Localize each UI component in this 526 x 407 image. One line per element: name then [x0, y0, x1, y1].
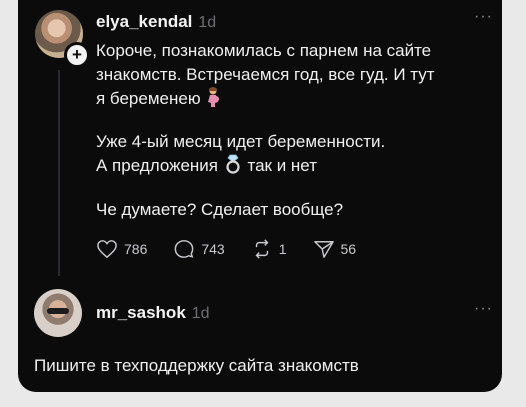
reply-username[interactable]: mr_sashok	[96, 303, 186, 322]
post-line-with-emoji: А предложения так и нет	[96, 154, 496, 181]
reply-author-avatar[interactable]	[34, 289, 82, 337]
post-time: 1d	[198, 14, 217, 31]
reply-text: Пишите в техподдержку сайта знакомств	[34, 356, 359, 375]
thread-card: + elya_kendal 1d ··· Короче, познакомилас…	[18, 0, 502, 392]
comment-button[interactable]: 743	[173, 239, 225, 259]
post-line: Уже 4-ый месяц идет беременности.	[96, 132, 386, 151]
post-line: знакомств. Встречаемся год, все гуд. И т…	[96, 65, 435, 84]
like-count: 786	[124, 241, 148, 257]
reply-time: 1d	[191, 305, 210, 322]
post-line-with-emoji: я беременею	[96, 87, 496, 114]
follow-plus-icon[interactable]: +	[64, 42, 90, 68]
reply-more-icon[interactable]: ···	[474, 300, 493, 318]
reply-author[interactable]: mr_sashok 1d	[96, 303, 210, 323]
post-paragraph-1: Короче, познакомилась с парнем на сайте …	[96, 39, 496, 114]
heart-icon	[97, 240, 117, 259]
post-author[interactable]: elya_kendal 1d	[96, 12, 216, 32]
comment-icon	[174, 240, 194, 258]
like-button[interactable]: 786	[96, 239, 147, 259]
ring-emoji-icon	[223, 154, 243, 181]
comment-count: 743	[201, 241, 225, 257]
post-actions: 786 743 1 56	[96, 238, 382, 260]
post-more-icon[interactable]: ···	[474, 8, 493, 26]
pregnant-woman-emoji-icon	[205, 87, 221, 114]
share-count: 56	[340, 241, 357, 257]
repost-count: 1	[278, 241, 287, 257]
send-icon	[313, 241, 334, 258]
sunglasses-shape	[47, 308, 69, 314]
repost-icon	[255, 239, 269, 259]
post-line: Короче, познакомилась с парнем на сайте	[96, 41, 432, 60]
post-username[interactable]: elya_kendal	[96, 12, 192, 31]
post-paragraph-3: Че думаете? Сделает вообще?	[96, 200, 344, 219]
share-button[interactable]: 56	[313, 239, 357, 259]
thread-connector-line	[58, 70, 60, 276]
repost-button[interactable]: 1	[251, 239, 287, 259]
post-paragraph-2: Уже 4-ый месяц идет беременности. А пред…	[96, 130, 496, 181]
